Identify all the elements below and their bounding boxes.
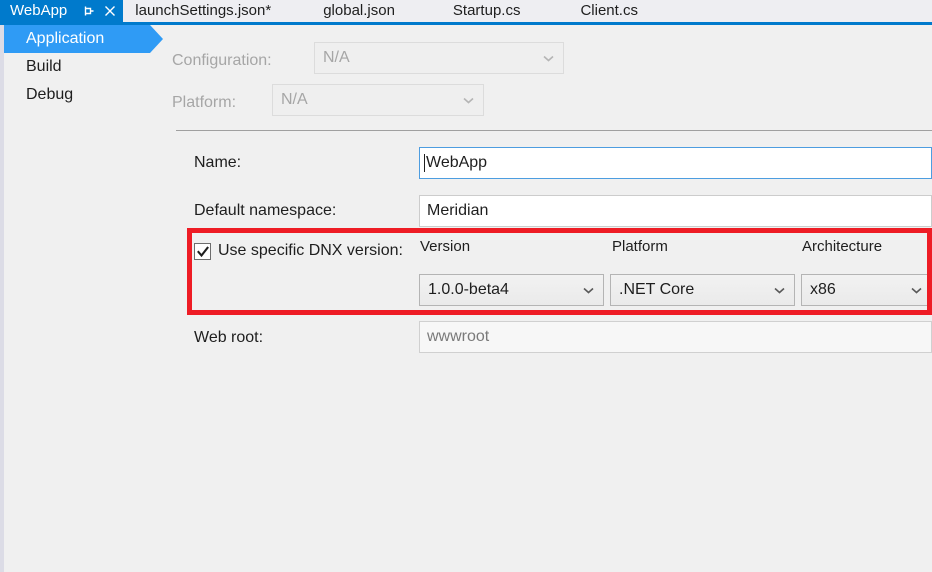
selection-pointer-icon — [150, 25, 163, 53]
use-specific-dnx-version-label: Use specific DNX version: — [218, 242, 403, 259]
default-namespace-value: Meridian — [427, 202, 489, 219]
dnx-architecture-dropdown[interactable]: x86 — [801, 274, 932, 306]
tab-global-json[interactable]: global.json — [281, 0, 405, 22]
dnx-platform-value: .NET Core — [619, 281, 695, 298]
name-row: Name: — [194, 148, 241, 178]
tab-icon-group — [81, 4, 117, 18]
tab-label: Client.cs — [580, 2, 638, 19]
default-namespace-row: Default namespace: — [194, 196, 336, 226]
tab-startup-cs[interactable]: Startup.cs — [405, 0, 531, 22]
sidebar-item-application[interactable]: Application — [4, 25, 163, 53]
tab-launchsettings-json[interactable]: launchSettings.json* — [123, 0, 281, 22]
chevron-down-icon — [583, 287, 594, 294]
tab-label: global.json — [323, 2, 395, 19]
tab-client-cs[interactable]: Client.cs — [530, 0, 648, 22]
sidebar-item-label: Build — [26, 58, 62, 75]
version-column-header: Version — [420, 238, 471, 255]
configuration-value: N/A — [323, 49, 350, 66]
web-root-label: Web root: — [194, 329, 264, 346]
use-specific-dnx-version-checkbox-row[interactable]: Use specific DNX version: — [194, 242, 403, 260]
web-root-input[interactable]: wwwroot — [419, 321, 932, 353]
project-properties-window: WebApp launchSettings.json* global.json — [0, 0, 932, 572]
editor-tab-strip: WebApp launchSettings.json* global.json — [0, 0, 932, 22]
configuration-dropdown[interactable]: N/A — [314, 42, 564, 74]
configuration-row: Configuration: — [172, 46, 272, 76]
default-namespace-label: Default namespace: — [194, 202, 337, 219]
name-label: Name: — [194, 154, 242, 171]
dnx-version-dropdown[interactable]: 1.0.0-beta4 — [419, 274, 604, 306]
text-caret — [424, 154, 425, 172]
sidebar-item-debug[interactable]: Debug — [4, 81, 172, 109]
web-root-row: Web root: — [194, 323, 263, 353]
pin-icon[interactable] — [81, 4, 95, 18]
configuration-label: Configuration: — [172, 52, 272, 69]
name-input[interactable]: WebApp — [419, 147, 932, 179]
sidebar-item-label: Application — [26, 30, 105, 47]
application-settings-panel: Configuration: N/A Platform: N/A Name: W… — [172, 25, 932, 572]
dnx-version-value: 1.0.0-beta4 — [428, 281, 509, 298]
chevron-down-icon — [463, 97, 474, 104]
tab-label: Startup.cs — [452, 2, 521, 19]
tab-label: WebApp — [10, 2, 68, 19]
dnx-platform-dropdown[interactable]: .NET Core — [610, 274, 795, 306]
sidebar-item-build[interactable]: Build — [4, 53, 172, 81]
platform-column-header: Platform — [612, 238, 668, 255]
architecture-column-header: Architecture — [802, 238, 883, 255]
properties-frame: Application Build Debug Configuration: N… — [0, 25, 932, 572]
platform-top-label: Platform: — [172, 94, 237, 111]
platform-top-row: Platform: — [172, 88, 236, 118]
chevron-down-icon — [911, 287, 922, 294]
chevron-down-icon — [543, 55, 554, 62]
use-specific-dnx-version-checkbox[interactable] — [194, 242, 211, 260]
platform-top-dropdown[interactable]: N/A — [272, 84, 484, 116]
close-icon[interactable] — [103, 4, 117, 18]
dnx-architecture-value: x86 — [810, 281, 836, 298]
default-namespace-input[interactable]: Meridian — [419, 195, 932, 227]
name-value: WebApp — [426, 154, 488, 171]
checkmark-icon — [197, 245, 209, 257]
web-root-value: wwwroot — [427, 328, 490, 345]
properties-category-list: Application Build Debug — [4, 25, 172, 572]
sidebar-item-label: Debug — [26, 86, 74, 103]
tab-webapp[interactable]: WebApp — [0, 0, 124, 22]
tab-label: launchSettings.json* — [135, 2, 272, 19]
platform-top-value: N/A — [281, 91, 308, 108]
section-divider — [176, 130, 932, 131]
chevron-down-icon — [774, 287, 785, 294]
